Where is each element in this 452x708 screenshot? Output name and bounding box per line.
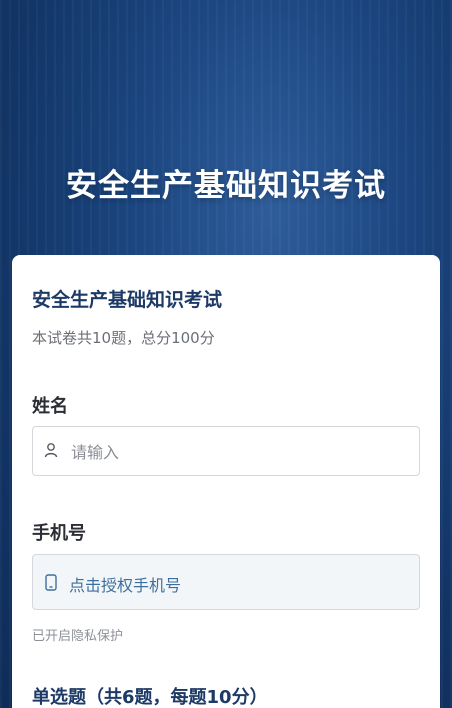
name-input[interactable] <box>69 436 413 468</box>
name-label: 姓名 <box>32 396 68 417</box>
authorize-phone-button[interactable]: 点击授权手机号 <box>32 554 420 610</box>
user-icon <box>44 443 58 458</box>
name-field[interactable] <box>32 426 420 476</box>
privacy-note: 已开启隐私保护 <box>32 629 124 644</box>
phone-label: 手机号 <box>32 523 86 544</box>
exam-title: 安全生产基础知识考试 <box>32 289 223 311</box>
exam-subtitle: 本试卷共10题，总分100分 <box>32 329 215 347</box>
authorize-phone-label: 点击授权手机号 <box>69 576 182 595</box>
section-title: 单选题（共6题，每题10分） <box>32 687 268 708</box>
page-title: 安全生产基础知识考试 <box>66 168 386 204</box>
exam-card: 安全生产基础知识考试 本试卷共10题，总分100分 姓名 手机号 点击授权手机号… <box>12 255 440 708</box>
phone-icon <box>45 574 57 591</box>
